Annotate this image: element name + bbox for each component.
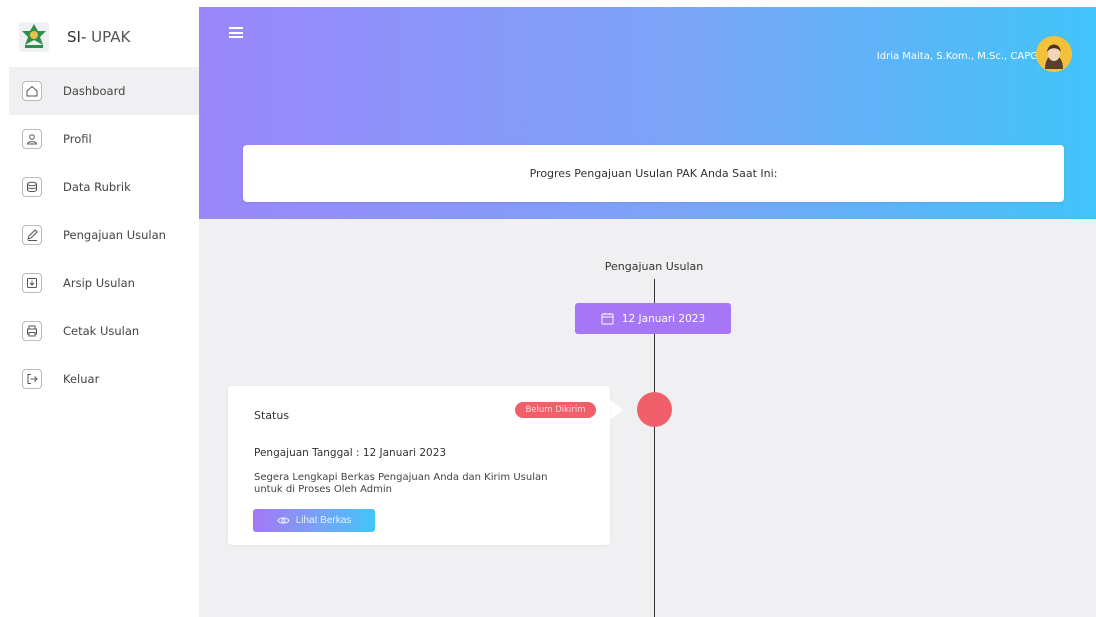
hamburger-icon[interactable] — [229, 27, 243, 38]
progress-heading: Progres Pengajuan Usulan PAK Anda Saat I… — [529, 167, 778, 180]
progress-card: Progres Pengajuan Usulan PAK Anda Saat I… — [243, 145, 1064, 202]
sidebar-item-pengajuan-usulan[interactable]: Pengajuan Usulan — [9, 211, 199, 259]
header-banner: Idria Maita, S.Kom., M.Sc., CAPG Progres… — [199, 7, 1096, 219]
sidebar-item-arsip-usulan[interactable]: Arsip Usulan — [9, 259, 199, 307]
brand-name-suffix: UPAK — [86, 28, 131, 46]
sidebar-item-data-rubrik[interactable]: Data Rubrik — [9, 163, 199, 211]
timeline-date: 12 Januari 2023 — [621, 312, 706, 325]
database-icon — [22, 177, 42, 197]
view-files-label: Lihat Berkas — [295, 515, 352, 526]
calendar-icon — [601, 313, 614, 325]
timeline-title: Pengajuan Usulan — [604, 260, 704, 273]
app-frame: SI- UPAK Dashboard Profil Data Rubrik Pe… — [9, 7, 1096, 617]
status-title: Status — [254, 409, 290, 422]
status-message: Segera Lengkapi Berkas Pengajuan Anda da… — [254, 472, 548, 495]
sidebar-item-label: Arsip Usulan — [63, 276, 135, 290]
sidebar-item-label: Data Rubrik — [63, 180, 131, 194]
timeline-status-dot — [637, 392, 672, 427]
brand-name: SI- UPAK — [67, 28, 130, 46]
sidebar-item-label: Profil — [63, 132, 92, 146]
sidebar-item-label: Keluar — [63, 372, 100, 386]
sidebar-item-cetak-usulan[interactable]: Cetak Usulan — [9, 307, 199, 355]
sidebar-item-dashboard[interactable]: Dashboard — [9, 67, 199, 115]
user-icon — [22, 129, 42, 149]
sidebar: SI- UPAK Dashboard Profil Data Rubrik Pe… — [9, 7, 199, 617]
printer-icon — [22, 321, 42, 341]
archive-icon — [22, 273, 42, 293]
avatar[interactable] — [1036, 36, 1072, 72]
card-pointer-arrow — [609, 399, 623, 421]
sidebar-item-label: Dashboard — [63, 84, 126, 98]
eye-icon — [277, 517, 290, 524]
sidebar-item-label: Pengajuan Usulan — [63, 228, 166, 242]
home-icon — [22, 81, 42, 101]
view-files-button[interactable]: Lihat Berkas — [253, 509, 375, 532]
status-card: Status Belum Dikirim Pengajuan Tanggal :… — [228, 386, 610, 545]
pencil-icon — [22, 225, 42, 245]
logout-icon — [22, 369, 42, 389]
status-badge: Belum Dikirim — [515, 402, 596, 418]
brand-name-prefix: SI- — [67, 28, 87, 46]
sidebar-item-label: Cetak Usulan — [63, 324, 140, 338]
sidebar-item-profil[interactable]: Profil — [9, 115, 199, 163]
sidebar-menu: Dashboard Profil Data Rubrik Pengajuan U… — [9, 67, 199, 403]
sidebar-item-keluar[interactable]: Keluar — [9, 355, 199, 403]
brand[interactable]: SI- UPAK — [9, 7, 199, 67]
submission-date: Pengajuan Tanggal : 12 Januari 2023 — [254, 447, 447, 459]
user-name[interactable]: Idria Maita, S.Kom., M.Sc., CAPG — [877, 51, 1038, 62]
timeline-date-pill: 12 Januari 2023 — [575, 303, 731, 334]
emblem-icon — [19, 22, 49, 52]
